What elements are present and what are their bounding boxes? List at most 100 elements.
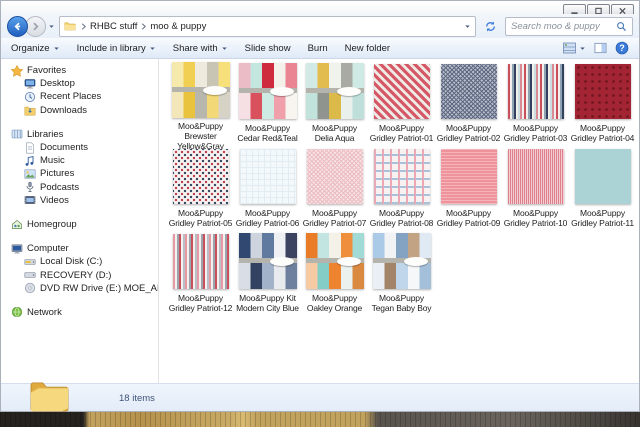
folder-icon [64, 20, 76, 32]
toolbar-item-label: Organize [11, 42, 50, 54]
podcasts-icon [24, 181, 36, 193]
file-item[interactable]: Moo&Puppy Gridley Patriot-11 [569, 147, 636, 232]
file-item[interactable]: Moo&Puppy Oakley Orange [301, 232, 368, 317]
forward-icon [33, 22, 39, 30]
forward-button[interactable] [25, 15, 46, 37]
file-thumbnail[interactable] [234, 232, 301, 290]
breadcrumb-arrow-icon[interactable] [140, 22, 147, 31]
file-item[interactable]: Moo&Puppy Tegan Baby Boy [368, 232, 435, 317]
sidebar-item-pictures[interactable]: Pictures [1, 167, 158, 180]
file-thumbnail[interactable] [301, 62, 368, 120]
sidebar-item-downloads[interactable]: Downloads [1, 104, 158, 117]
back-button[interactable] [7, 15, 28, 37]
sidebar-item-local-disk-c[interactable]: Local Disk (C:) [1, 255, 158, 268]
toolbar-item-burn[interactable]: Burn [308, 43, 328, 54]
file-list-pane[interactable]: Moo&Puppy Brewster Yellow&Gray Moo&Puppy Ced… [158, 59, 639, 385]
toolbar-item-label: Share with [172, 42, 218, 54]
preview-pane-icon[interactable] [594, 42, 607, 54]
file-item[interactable]: Moo&Puppy Kit Modern City Blue [234, 232, 301, 317]
file-item[interactable]: Moo&Puppy Gridley Patriot-04 [569, 62, 636, 147]
file-thumbnail[interactable] [368, 62, 435, 120]
search-icon [616, 21, 627, 32]
sidebar-item-videos[interactable]: Videos [1, 194, 158, 207]
file-item[interactable]: Moo&Puppy Cedar Red&Teal [234, 62, 301, 147]
file-caption-line: Moo&Puppy [178, 121, 223, 131]
recent-pages-dropdown[interactable] [48, 23, 55, 30]
file-caption: Moo&Puppy Delia Aqua [301, 123, 368, 143]
file-thumbnail[interactable] [368, 232, 435, 290]
sidebar-item-dvd-rw-drive-e-moe-and-the-big-e[interactable]: DVD RW Drive (E:) MOE_AND_THE_BIG_E [1, 282, 158, 295]
breadcrumb[interactable]: RHBC stuff moo & puppy [59, 15, 476, 37]
file-item[interactable]: Moo&Puppy Gridley Patriot-10 [502, 147, 569, 232]
file-caption-line: Gridley Patriot-03 [503, 133, 568, 143]
file-item[interactable]: Moo&Puppy Gridley Patriot-03 [502, 62, 569, 147]
refresh-button[interactable] [480, 17, 500, 36]
file-item[interactable]: Moo&Puppy Gridley Patriot-07 [301, 147, 368, 232]
address-dropdown-icon[interactable] [464, 23, 471, 30]
help-icon[interactable]: ? [615, 41, 629, 55]
sidebar-item-desktop[interactable]: Desktop [1, 77, 158, 90]
details-pane: 18 items [1, 382, 639, 412]
file-caption: Moo&Puppy Gridley Patriot-02 [435, 123, 502, 143]
toolbar-item-organize[interactable]: Organize [11, 43, 60, 54]
file-thumbnail[interactable] [569, 147, 636, 205]
breadcrumb-arrow-icon[interactable] [80, 22, 87, 31]
search-box[interactable]: Search moo & puppy [505, 16, 633, 36]
file-thumbnail[interactable] [435, 147, 502, 205]
toolbar-item-new-folder[interactable]: New folder [345, 43, 390, 54]
sidebar-item-recovery-d[interactable]: RECOVERY (D:) [1, 268, 158, 281]
file-thumbnail[interactable] [569, 62, 636, 120]
file-caption-line: Tegan Baby Boy [371, 303, 432, 313]
file-item[interactable]: Moo&Puppy Brewster Yellow&Gray [167, 62, 234, 151]
file-thumbnail[interactable] [435, 62, 502, 120]
paper-pattern-thumb [373, 63, 430, 119]
paper-kit-collage-thumb [238, 63, 297, 119]
sidebar-item-libraries[interactable]: Libraries [1, 128, 158, 141]
file-item[interactable]: Moo&Puppy Gridley Patriot-02 [435, 62, 502, 147]
sidebar-item-label: Network [27, 306, 62, 318]
sidebar-item-label: RECOVERY (D:) [40, 269, 112, 281]
sidebar-item-music[interactable]: Music [1, 154, 158, 167]
sidebar-item-network[interactable]: Network [1, 306, 158, 319]
file-caption-line: Moo&Puppy [580, 208, 625, 218]
file-thumbnail[interactable] [234, 62, 301, 120]
file-item[interactable]: Moo&Puppy Gridley Patriot-05 [167, 147, 234, 232]
file-thumbnail[interactable] [301, 232, 368, 290]
file-caption-line: Moo&Puppy [312, 293, 357, 303]
breadcrumb-segment[interactable]: moo & puppy [148, 21, 208, 32]
sidebar-item-label: Podcasts [40, 181, 80, 193]
file-item[interactable]: Moo&Puppy Gridley Patriot-08 [368, 147, 435, 232]
file-item[interactable]: Moo&Puppy Gridley Patriot-12 [167, 232, 234, 317]
file-thumbnail[interactable] [167, 232, 234, 290]
sidebar-item-documents[interactable]: Documents [1, 141, 158, 154]
sidebar-item-homegroup[interactable]: Homegroup [1, 218, 158, 231]
file-item[interactable]: Moo&Puppy Gridley Patriot-09 [435, 147, 502, 232]
file-thumbnail[interactable] [301, 147, 368, 205]
file-item[interactable]: Moo&Puppy Delia Aqua [301, 62, 368, 147]
breadcrumb-segment[interactable]: RHBC stuff [88, 21, 139, 32]
file-item[interactable]: Moo&Puppy Gridley Patriot-06 [234, 147, 301, 232]
file-caption-line: Gridley Patriot-12 [168, 303, 233, 313]
sidebar-item-computer[interactable]: Computer [1, 242, 158, 255]
file-thumbnail[interactable] [502, 147, 569, 205]
desktop-icon [24, 78, 36, 90]
toolbar-item-include-in-library[interactable]: Include in library [77, 43, 156, 54]
toolbar-item-share-with[interactable]: Share with [173, 43, 228, 54]
file-caption: Moo&Puppy Gridley Patriot-09 [435, 208, 502, 228]
recovery-drive-icon [24, 269, 36, 281]
sidebar-item-podcasts[interactable]: Podcasts [1, 181, 158, 194]
file-thumbnail[interactable] [368, 147, 435, 205]
file-thumbnail[interactable] [167, 147, 234, 205]
search-input[interactable]: Search moo & puppy [511, 21, 616, 32]
file-item[interactable]: Moo&Puppy Gridley Patriot-01 [368, 62, 435, 147]
sidebar-item-favorites[interactable]: Favorites [1, 64, 158, 77]
file-thumbnail[interactable] [234, 147, 301, 205]
views-icon[interactable] [562, 42, 586, 54]
toolbar-item-slide-show[interactable]: Slide show [245, 43, 291, 54]
sidebar-item-recent-places[interactable]: Recent Places [1, 90, 158, 103]
file-thumbnail[interactable] [167, 62, 234, 118]
sidebar-item-label: Downloads [40, 104, 87, 116]
pictures-icon [24, 168, 36, 180]
file-caption-line: Moo&Puppy Kit [239, 293, 296, 303]
file-thumbnail[interactable] [502, 62, 569, 120]
